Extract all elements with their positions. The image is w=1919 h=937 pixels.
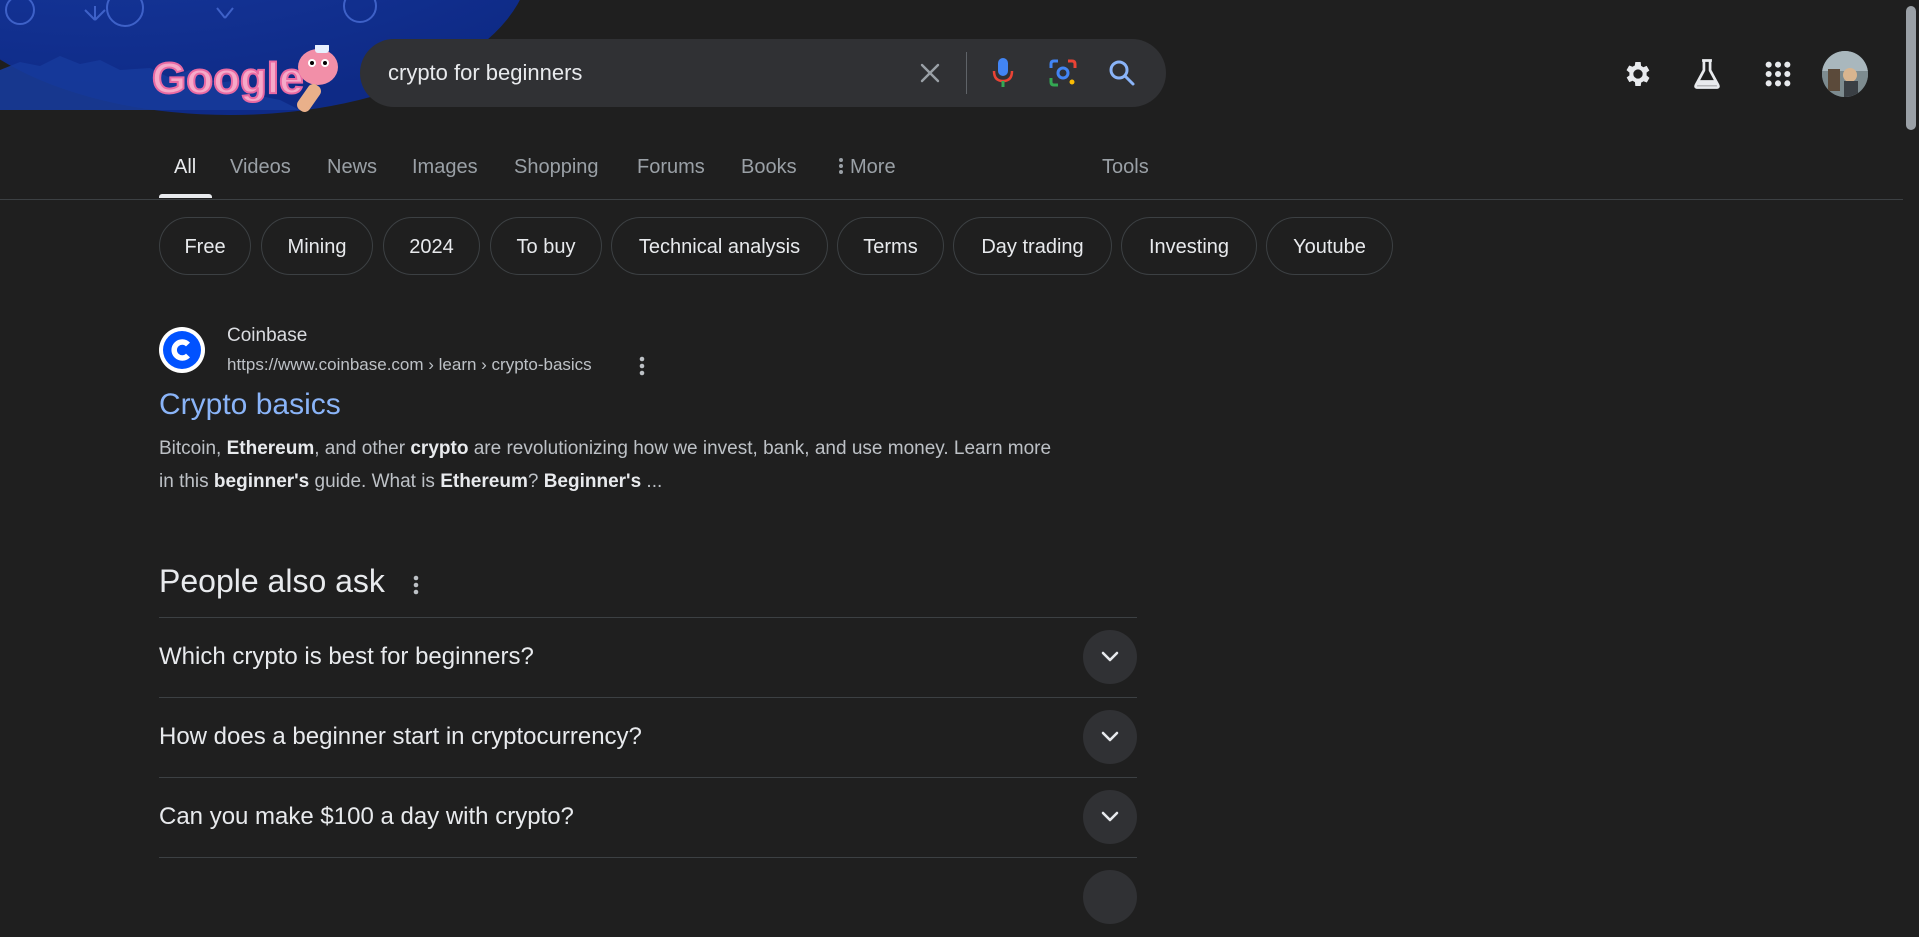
chip-2024[interactable]: 2024 (383, 217, 480, 275)
snippet-highlight: crypto (410, 438, 469, 459)
microphone-icon[interactable] (988, 58, 1018, 88)
result-url[interactable]: https://www.coinbase.com › learn › crypt… (227, 355, 592, 375)
search-tabs: All Videos News Images Shopping Forums B… (0, 140, 1905, 200)
snippet-highlight: Ethereum (440, 471, 528, 492)
tab-forums[interactable]: Forums (637, 156, 705, 179)
snippet-text: ? (527, 471, 544, 492)
snippet-text: , and other (314, 438, 411, 459)
tools-button[interactable]: Tools (1102, 156, 1149, 179)
scrollbar-thumb[interactable] (1906, 6, 1916, 130)
paa-item[interactable] (159, 857, 1137, 937)
labs-flask-icon[interactable] (1689, 56, 1725, 92)
tab-news[interactable]: News (327, 156, 377, 179)
chip-investing[interactable]: Investing (1121, 217, 1257, 275)
google-doodle-logo[interactable]: Google (150, 43, 360, 112)
result-snippet: Bitcoin, Ethereum, and other crypto are … (159, 432, 1059, 498)
chip-terms[interactable]: Terms (837, 217, 944, 275)
chip-to-buy[interactable]: To buy (490, 217, 602, 275)
tab-books[interactable]: Books (741, 156, 797, 179)
search-input[interactable] (388, 39, 888, 107)
result-title-link[interactable]: Crypto basics (159, 388, 341, 422)
search-box (360, 39, 1166, 107)
paa-question: How does a beginner start in cryptocurre… (159, 723, 642, 750)
logo-text: Google (152, 54, 304, 103)
paa-item[interactable]: Can you make $100 a day with crypto? (159, 777, 1137, 857)
tab-shopping[interactable]: Shopping (514, 156, 599, 179)
tab-more-label: More (850, 156, 896, 178)
people-also-ask-list: Which crypto is best for beginners? How … (159, 617, 1137, 937)
chip-free[interactable]: Free (159, 217, 251, 275)
tab-more[interactable]: More (838, 156, 896, 179)
lens-camera-icon[interactable] (1048, 58, 1078, 88)
chevron-down-icon[interactable] (1083, 870, 1137, 924)
snippet-highlight: Ethereum (226, 438, 315, 459)
snippet-highlight: beginner's (213, 471, 310, 492)
active-tab-indicator (159, 194, 212, 198)
chip-youtube[interactable]: Youtube (1266, 217, 1393, 275)
page-scrollbar[interactable] (1903, 0, 1919, 874)
result-more-icon[interactable] (632, 354, 652, 378)
result-site-name[interactable]: Coinbase (227, 325, 307, 347)
paa-more-icon[interactable] (406, 570, 426, 600)
chip-day-trading[interactable]: Day trading (953, 217, 1112, 275)
chevron-down-icon[interactable] (1083, 630, 1137, 684)
paa-question: Which crypto is best for beginners? (159, 643, 534, 670)
chip-technical-analysis[interactable]: Technical analysis (611, 217, 828, 275)
chevron-down-icon[interactable] (1083, 790, 1137, 844)
paa-question: Can you make $100 a day with crypto? (159, 803, 574, 830)
snippet-text: Bitcoin, (159, 438, 227, 459)
paa-item[interactable]: How does a beginner start in cryptocurre… (159, 697, 1137, 777)
paa-item[interactable]: Which crypto is best for beginners? (159, 617, 1137, 697)
clear-icon[interactable] (915, 58, 945, 88)
snippet-text: ... (641, 471, 663, 492)
more-vert-icon (839, 158, 843, 174)
settings-gear-icon[interactable] (1620, 56, 1656, 92)
tab-images[interactable]: Images (412, 156, 478, 179)
chip-mining[interactable]: Mining (261, 217, 373, 275)
apps-grid-icon[interactable] (1760, 56, 1796, 92)
snippet-text: guide. What is (309, 471, 441, 492)
coinbase-favicon[interactable] (159, 327, 205, 373)
tab-all[interactable]: All (174, 156, 196, 179)
account-avatar[interactable] (1822, 51, 1868, 97)
search-divider (966, 52, 967, 94)
snippet-highlight: Beginner's (543, 471, 642, 492)
search-icon[interactable] (1107, 58, 1137, 88)
people-also-ask-heading: People also ask (159, 563, 385, 599)
tab-videos[interactable]: Videos (230, 156, 291, 179)
chevron-down-icon[interactable] (1083, 710, 1137, 764)
